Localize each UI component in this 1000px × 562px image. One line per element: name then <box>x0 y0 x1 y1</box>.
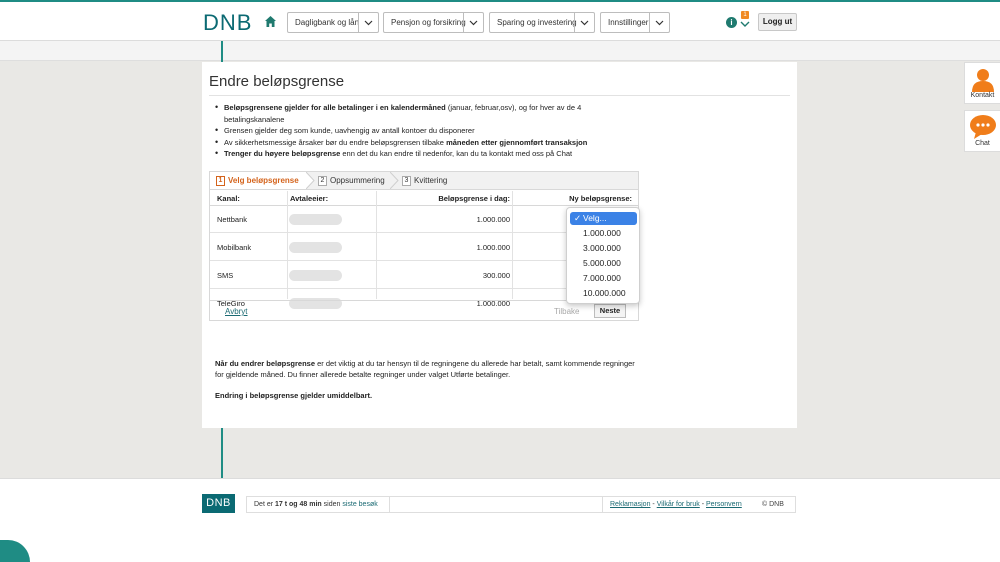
table-header: Kanal: Avtaleeier: Beløpsgrense i dag: N… <box>210 191 638 206</box>
chat-label: Chat <box>975 140 990 147</box>
notes: Når du endrer beløpsgrense er det viktig… <box>215 358 635 401</box>
next-button[interactable]: Neste <box>594 304 626 318</box>
reklamasjon-link[interactable]: Reklamasjon <box>610 501 650 508</box>
footer-bar: Det er 17 t og 48 min siden siste besøk … <box>246 496 796 513</box>
limit-cell: 300.000 <box>482 270 510 280</box>
column-divider <box>512 191 513 299</box>
note-immediate: Endring i beløpsgrense gjelder umiddelba… <box>215 391 373 400</box>
decorative-line <box>221 428 223 478</box>
contact-label: Kontakt <box>970 92 995 99</box>
nav-pensjon-label: Pensjon og forsikring <box>391 18 466 27</box>
step-velg-belopsgrense: 1 Velg beløpsgrense <box>210 172 306 189</box>
info-list: Beløpsgrensene gjelder for alle betaling… <box>215 102 634 160</box>
column-header: Avtaleeier: <box>290 193 329 203</box>
column-header: Kanal: <box>217 193 240 203</box>
owner-cell <box>289 262 342 288</box>
step-arrow-icon <box>306 172 315 189</box>
column-header: Ny beløpsgrense: <box>569 193 632 203</box>
notification-badge[interactable]: 1 <box>741 11 749 19</box>
channel-cell: Nettbank <box>217 214 248 224</box>
cancel-link[interactable]: Avbryt <box>225 307 248 316</box>
chevron-down-icon[interactable] <box>358 13 378 32</box>
chevron-down-icon[interactable] <box>574 13 594 32</box>
logout-button[interactable]: Logg ut <box>758 13 797 31</box>
decorative-line <box>221 41 223 62</box>
channel-cell: SMS <box>217 270 234 280</box>
dropdown-option[interactable]: 3.000.000 <box>570 242 637 255</box>
chat-bubble-icon <box>969 115 996 139</box>
chevron-down-icon[interactable] <box>649 13 669 32</box>
dropdown-option-velg[interactable]: ✓ Velg... <box>570 212 637 225</box>
info-icon[interactable]: i <box>726 17 737 28</box>
dropdown-option[interactable]: 5.000.000 <box>570 257 637 270</box>
home-icon[interactable] <box>264 15 277 28</box>
chevron-down-icon[interactable] <box>740 20 750 28</box>
nav-dagligbank[interactable]: Dagligbank og lån <box>287 12 379 33</box>
list-item: Grensen gjelder deg som kunde, uavhengig… <box>215 125 634 137</box>
chat-widget[interactable]: Chat <box>964 110 1000 152</box>
step-kvittering: 3 Kvittering <box>402 172 447 189</box>
dropdown-option[interactable]: 10.000.000 <box>570 287 637 300</box>
step-oppsummering: 2 Oppsummering <box>318 172 385 189</box>
footer-links: Reklamasjon - Vilkår for bruk - Personve… <box>610 501 742 508</box>
last-visit-text: Det er 17 t og 48 min siden siste besøk <box>254 501 378 508</box>
new-limit-dropdown[interactable]: ✓ Velg... 1.000.000 3.000.000 5.000.000 7… <box>566 207 640 304</box>
list-item: Beløpsgrensene gjelder for alle betaling… <box>215 102 634 125</box>
redacted-value <box>289 213 342 225</box>
owner-cell <box>289 206 342 232</box>
sub-header-band <box>0 41 1000 61</box>
dropdown-option[interactable]: 7.000.000 <box>570 272 637 285</box>
limit-cell: 1.000.000 <box>476 214 510 224</box>
nav-sparing[interactable]: Sparing og investering <box>489 12 595 33</box>
column-divider <box>376 191 377 299</box>
checkmark-icon: ✓ <box>574 213 582 223</box>
nav-innstillinger-label: Innstillinger <box>608 18 649 27</box>
main-panel: Endre beløpsgrense Beløpsgrensene gjelde… <box>202 62 797 428</box>
vilkar-link[interactable]: Vilkår for bruk <box>657 501 700 508</box>
note-paragraph: Når du endrer beløpsgrense er det viktig… <box>215 359 635 379</box>
top-navigation-bar: DNB Dagligbank og lån Pensjon og forsikr… <box>0 0 1000 41</box>
person-icon <box>971 69 994 92</box>
nav-dagligbank-label: Dagligbank og lån <box>295 18 360 27</box>
chevron-down-icon[interactable] <box>463 13 483 32</box>
footer-dnb-logo[interactable]: DNB <box>202 494 235 513</box>
list-item: Av sikkerhetsmessige årsaker bør du endr… <box>215 137 634 149</box>
list-item: Trenger du høyere beløpsgrense enn det d… <box>215 148 634 160</box>
last-visit-link[interactable]: siste besøk <box>342 501 377 508</box>
contact-widget[interactable]: Kontakt <box>964 62 1000 104</box>
dropdown-option[interactable]: 1.000.000 <box>570 227 637 240</box>
step-arrow-icon <box>390 172 399 189</box>
nav-innstillinger[interactable]: Innstillinger <box>600 12 670 33</box>
dnb-logo[interactable]: DNB <box>203 10 252 36</box>
back-button[interactable]: Tilbake <box>554 307 580 316</box>
divider <box>389 497 390 512</box>
owner-cell <box>289 234 342 260</box>
page-footer: DNB Det er 17 t og 48 min siden siste be… <box>0 478 1000 562</box>
nav-pensjon[interactable]: Pensjon og forsikring <box>383 12 484 33</box>
nav-sparing-label: Sparing og investering <box>497 18 577 27</box>
redacted-value <box>289 241 342 253</box>
page-title: Endre beløpsgrense <box>209 73 345 90</box>
divider <box>602 497 603 512</box>
personvern-link[interactable]: Personvern <box>706 501 742 508</box>
redacted-value <box>289 269 342 281</box>
column-header: Beløpsgrense i dag: <box>438 193 510 203</box>
limit-cell: 1.000.000 <box>476 242 510 252</box>
column-divider <box>287 191 288 299</box>
divider <box>209 95 790 96</box>
channel-cell: Mobilbank <box>217 242 252 252</box>
copyright: © DNB <box>762 501 784 508</box>
wizard-steps: 1 Velg beløpsgrense 2 Oppsummering 3 Kvitte… <box>210 172 638 190</box>
